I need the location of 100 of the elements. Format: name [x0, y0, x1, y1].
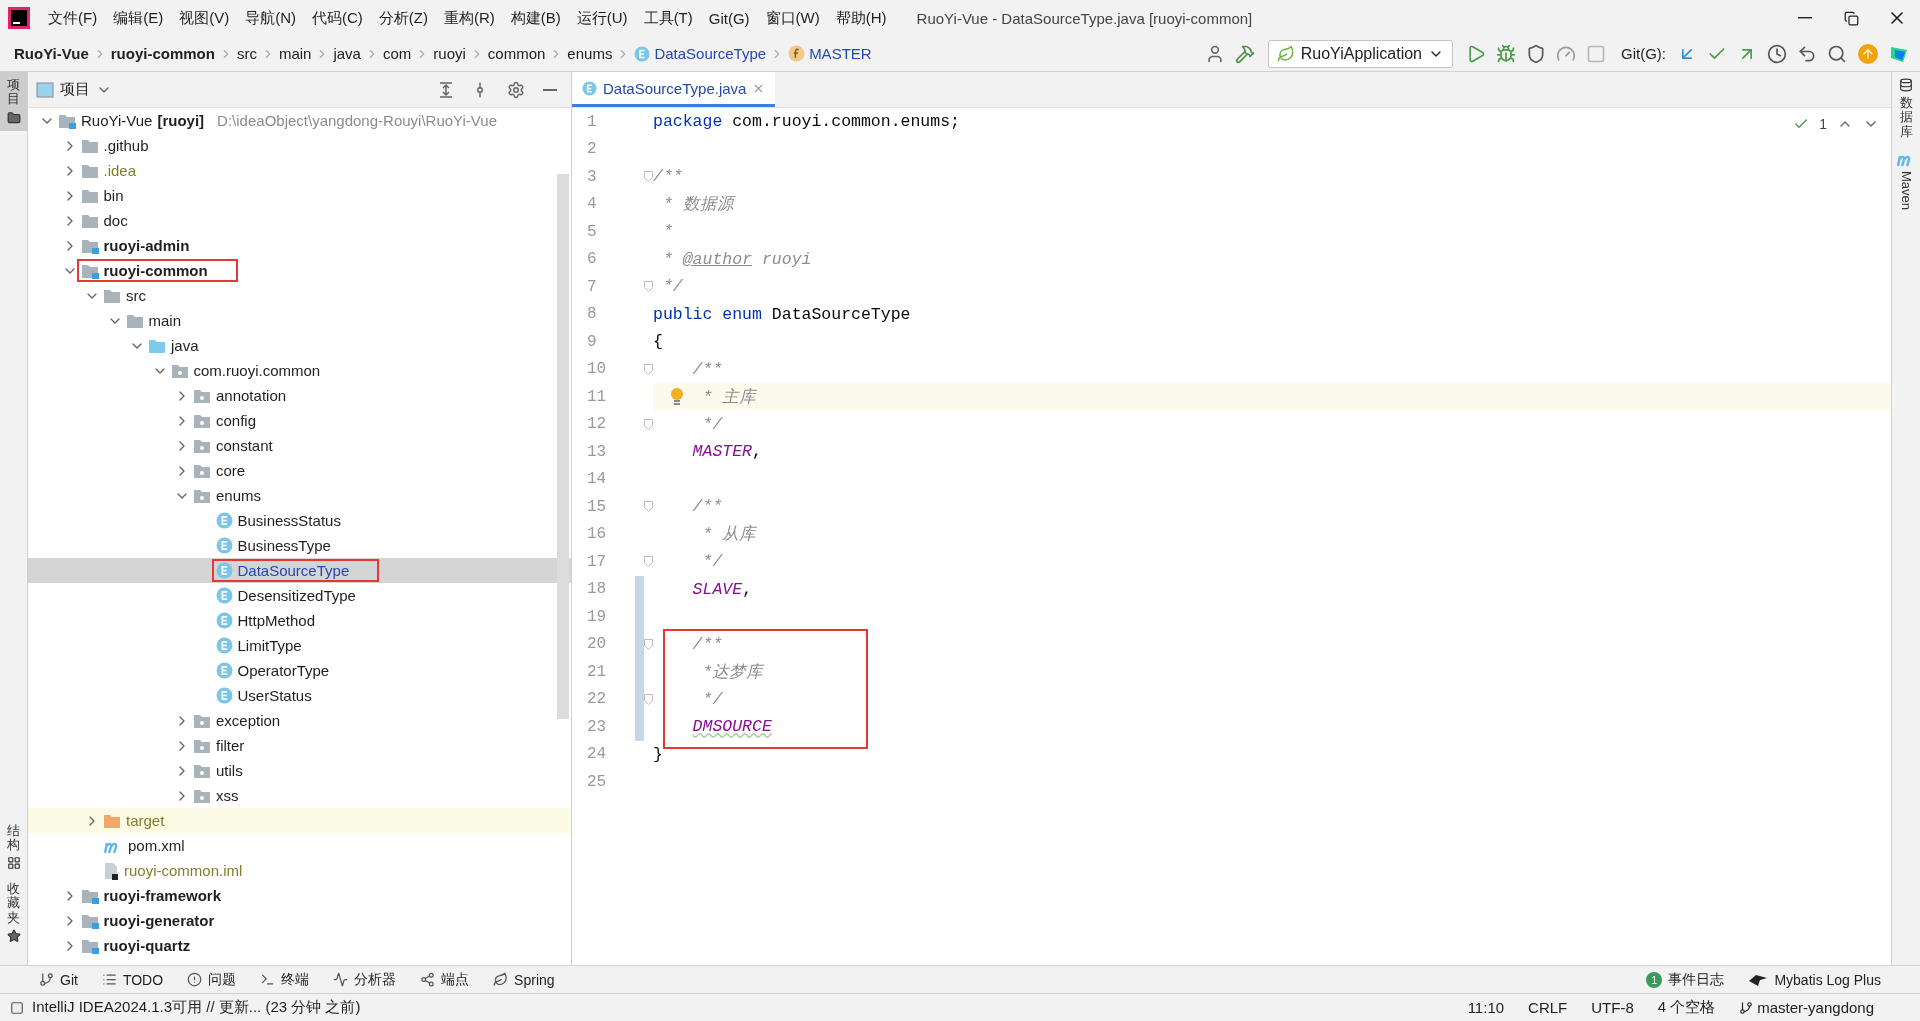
- tree-item[interactable]: com.ruoyi.common: [28, 358, 571, 383]
- tree-item[interactable]: src: [28, 283, 571, 308]
- menu-item[interactable]: 运行(U): [568, 8, 636, 28]
- tree-item[interactable]: LimitType: [28, 633, 571, 658]
- tree-item[interactable]: utils: [28, 758, 571, 783]
- status-item[interactable]: UTF-8: [1583, 999, 1642, 1016]
- status-item[interactable]: CRLF: [1520, 999, 1576, 1016]
- tree-item[interactable]: enums: [28, 483, 571, 508]
- tree-item[interactable]: ruoyi-generator: [28, 908, 571, 933]
- tool-window-button[interactable]: Spring: [484, 971, 564, 988]
- menu-item[interactable]: 工具(T): [635, 8, 701, 28]
- breadcrumb[interactable]: DataSourceType: [634, 45, 767, 62]
- tree-item[interactable]: xss: [28, 783, 571, 808]
- tree-item[interactable]: DataSourceType: [28, 558, 571, 583]
- scrollbar-thumb[interactable]: [557, 174, 569, 719]
- tree-item[interactable]: OperatorType: [28, 658, 571, 683]
- tree-item[interactable]: ruoyi-framework: [28, 883, 571, 908]
- menu-item[interactable]: 导航(N): [237, 8, 304, 28]
- tool-window-button[interactable]: TODO: [92, 971, 173, 988]
- tree-item[interactable]: RuoYi-Vue [ruoyi] D:\ideaObject\yangdong-Rouyi\RuoYi-Vue: [28, 108, 571, 133]
- tree-item[interactable]: DesensitizedType: [28, 583, 571, 608]
- tree-item[interactable]: ruoyi-admin: [28, 233, 571, 258]
- folder-icon: [80, 187, 99, 204]
- menu-item[interactable]: 帮助(H): [827, 8, 895, 28]
- status-item[interactable]: 11:10: [1459, 999, 1513, 1016]
- tool-window-label: TODO: [122, 971, 164, 988]
- tool-window-label: 终端: [281, 970, 310, 989]
- tree-item[interactable]: ruoyi-common: [28, 258, 571, 283]
- status-item[interactable]: 4 个空格: [1649, 998, 1724, 1017]
- breadcrumb[interactable]: common: [487, 45, 546, 62]
- run-configuration-dropdown[interactable]: RuoYiApplication: [1267, 39, 1453, 68]
- tree-item[interactable]: BusinessType: [28, 533, 571, 558]
- tree-item-label: enums: [216, 487, 262, 504]
- menu-item[interactable]: 编辑(E): [105, 8, 172, 28]
- tree-item-label: RuoYi-Vue: [81, 112, 153, 129]
- breadcrumb[interactable]: enums: [567, 45, 613, 62]
- menu-item[interactable]: 构建(B): [502, 8, 569, 28]
- menu-item[interactable]: 重构(R): [435, 8, 503, 28]
- line-number: 25: [586, 772, 608, 791]
- tree-item[interactable]: BusinessStatus: [28, 508, 571, 533]
- menu-item[interactable]: Git(G): [700, 9, 758, 27]
- tree-item[interactable]: config: [28, 408, 571, 433]
- tree-item[interactable]: ruoyi-common.iml: [28, 858, 571, 883]
- breadcrumb-label: DataSourceType: [654, 45, 767, 62]
- tool-window-button[interactable]: 分析器: [324, 970, 406, 989]
- tree-item[interactable]: java: [28, 333, 571, 358]
- tool-window-tab[interactable]: 收藏夹: [0, 876, 27, 949]
- breadcrumb[interactable]: RuoYi-Vue: [14, 45, 89, 62]
- breadcrumb[interactable]: ruoyi: [433, 45, 466, 62]
- breadcrumb[interactable]: ruoyi-common: [110, 45, 215, 62]
- tree-item[interactable]: bin: [28, 183, 571, 208]
- tool-window-tab[interactable]: Maven: [1892, 144, 1920, 216]
- tab-label: Maven: [1898, 170, 1914, 210]
- tree-item[interactable]: pom.xml: [28, 833, 571, 858]
- tool-window-button[interactable]: 端点: [411, 970, 479, 989]
- structure-icon: [6, 856, 21, 871]
- tree-item[interactable]: target: [28, 808, 571, 833]
- lightbulb-icon[interactable]: [670, 387, 684, 407]
- line-number: 21: [586, 662, 608, 681]
- tree-item[interactable]: .idea: [28, 158, 571, 183]
- tree-item[interactable]: .github: [28, 133, 571, 158]
- tool-window-tab[interactable]: 结构: [0, 817, 27, 877]
- tree-item[interactable]: filter: [28, 733, 571, 758]
- tree-item[interactable]: core: [28, 458, 571, 483]
- tree-item[interactable]: exception: [28, 708, 571, 733]
- tree-item[interactable]: UserStatus: [28, 683, 571, 708]
- tree-item[interactable]: doc: [28, 208, 571, 233]
- menu-item[interactable]: 分析(Z): [370, 8, 436, 28]
- tool-window-button[interactable]: Mybatis Log Plus: [1739, 971, 1890, 988]
- editor-tab[interactable]: DataSourceType.java: [572, 72, 776, 107]
- breadcrumb[interactable]: java: [333, 45, 361, 62]
- tree-item[interactable]: HttpMethod: [28, 608, 571, 633]
- tool-window-button[interactable]: 问题: [178, 970, 246, 989]
- menu-item[interactable]: 窗口(W): [757, 8, 828, 28]
- breadcrumb[interactable]: src: [236, 45, 257, 62]
- tree-item[interactable]: ruoyi-quartz: [28, 933, 571, 958]
- breadcrumb[interactable]: main: [278, 45, 312, 62]
- menu-item[interactable]: 文件(F): [40, 8, 106, 28]
- tree-item-label: UserStatus: [237, 687, 312, 704]
- tree-item[interactable]: constant: [28, 433, 571, 458]
- code-token: ruoyi: [761, 249, 812, 269]
- menu-item[interactable]: 视图(V): [171, 8, 238, 28]
- breadcrumb[interactable]: MASTER: [788, 45, 872, 62]
- tree-item-label: ruoyi-admin: [103, 237, 190, 254]
- module-icon: [80, 937, 99, 954]
- tool-window-button[interactable]: 1 事件日志: [1637, 970, 1734, 989]
- menu-item[interactable]: 代码(C): [304, 8, 371, 28]
- tool-window-tab[interactable]: 数据库: [1892, 72, 1920, 145]
- status-item[interactable]: master-yangdong: [1731, 999, 1882, 1016]
- tree-item[interactable]: annotation: [28, 383, 571, 408]
- tree-item[interactable]: main: [28, 308, 571, 333]
- tool-window-tab[interactable]: 项目: [0, 72, 27, 131]
- tool-window-button[interactable]: Git: [30, 971, 87, 988]
- package-icon: [193, 787, 211, 804]
- code-token: ,: [742, 579, 753, 599]
- enum-icon: [215, 687, 233, 704]
- tree-item-label: BusinessStatus: [237, 512, 341, 529]
- breadcrumb[interactable]: com: [382, 45, 412, 62]
- tree-item-label: main: [148, 312, 181, 329]
- tool-window-button[interactable]: 终端: [251, 970, 319, 989]
